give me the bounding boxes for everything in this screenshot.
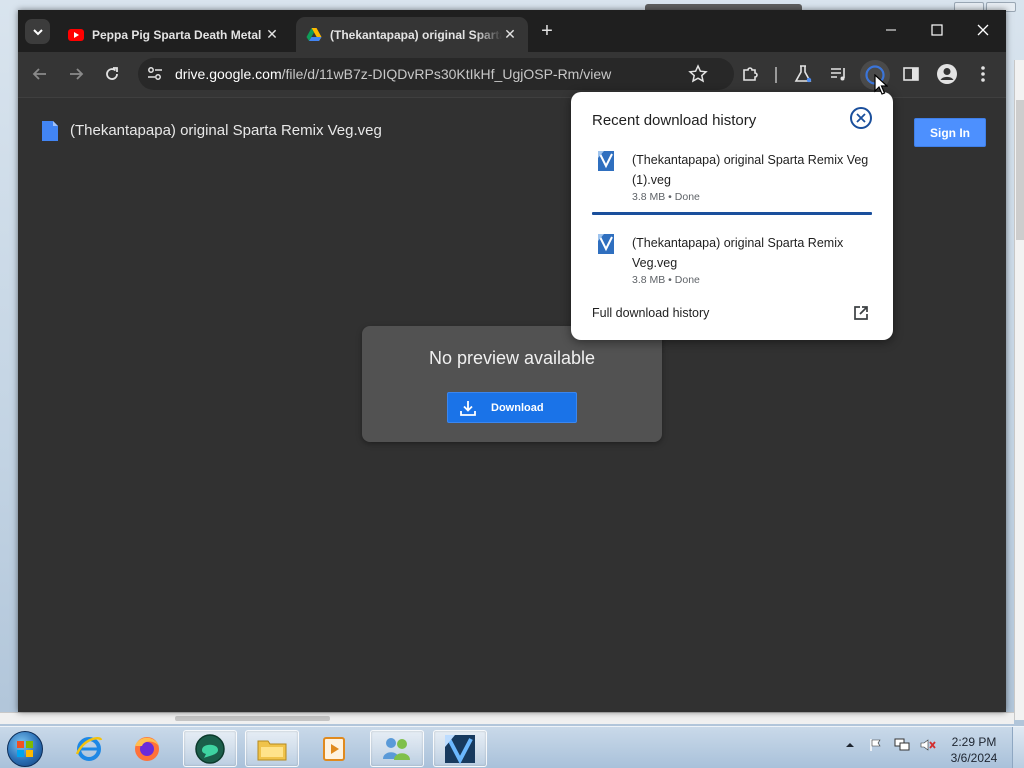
taskbar-media-player[interactable] (308, 730, 362, 767)
media-controls-button[interactable] (828, 63, 850, 85)
kebab-menu-icon (981, 66, 985, 82)
url-host: drive.google.com (175, 66, 282, 82)
maximize-button[interactable] (914, 10, 960, 50)
profile-button[interactable] (936, 63, 958, 85)
firefox-icon (135, 736, 159, 761)
download-item[interactable]: (Thekantapapa) original Sparta Remix Veg… (571, 233, 893, 293)
people-app-icon (383, 737, 410, 760)
download-file-status: 3.8 MB • Done (632, 274, 700, 286)
close-icon (977, 24, 989, 36)
mouse-cursor-icon (874, 74, 888, 95)
toolbar-separator (775, 67, 777, 83)
download-file-status: 3.8 MB • Done (632, 191, 700, 203)
action-center-flag-icon[interactable] (868, 737, 884, 753)
full-download-history-link[interactable]: Full download history (592, 306, 709, 320)
show-hidden-icons-button[interactable] (842, 737, 858, 753)
taskbar-file-explorer[interactable] (245, 730, 299, 767)
vegas-pro-icon (445, 734, 475, 764)
back-button[interactable] (26, 60, 54, 88)
close-icon (856, 113, 866, 123)
reload-button[interactable] (98, 60, 126, 88)
taskbar-people-app[interactable] (370, 730, 424, 767)
download-file-button[interactable]: Download (447, 392, 577, 423)
arrow-right-icon (70, 68, 84, 80)
close-bubble-button[interactable] (850, 107, 872, 129)
download-file-name: (Thekantapapa) original Sparta Remix Veg… (632, 153, 869, 187)
puzzle-icon (743, 67, 758, 81)
chevron-up-icon (846, 743, 854, 747)
taskbar-firefox[interactable] (120, 730, 174, 767)
extensions-button[interactable] (739, 63, 761, 85)
flask-icon (794, 65, 812, 83)
show-desktop-button[interactable] (1012, 727, 1024, 768)
taskbar: 2:29 PM 3/6/2024 (0, 726, 1024, 768)
browser-toolbar: drive.google.com/file/d/11wB7z-DIQDvRPs3… (18, 52, 1006, 97)
close-window-button[interactable] (960, 10, 1006, 50)
taskbar-internet-explorer[interactable] (62, 730, 116, 767)
avatar-icon (937, 64, 957, 84)
tab-youtube[interactable]: Peppa Pig Sparta Death Metal ✕ (58, 17, 290, 52)
tab-search-button[interactable] (25, 19, 50, 44)
sign-in-button[interactable]: Sign In (914, 118, 986, 147)
arrow-left-icon (32, 68, 46, 80)
internet-explorer-icon (75, 736, 103, 761)
address-bar[interactable]: drive.google.com/file/d/11wB7z-DIQDvRPs3… (138, 58, 734, 90)
google-docs-file-icon (42, 121, 58, 141)
tab-strip: Peppa Pig Sparta Death Metal ✕ (Thekanta… (18, 10, 1006, 52)
side-panel-icon (903, 67, 919, 81)
system-tray (842, 737, 936, 753)
labs-button[interactable] (792, 63, 814, 85)
minimize-icon (886, 29, 896, 31)
tab-title: (Thekantapapa) original Sparta Remix Veg… (330, 27, 502, 42)
close-tab-icon[interactable]: ✕ (502, 26, 518, 43)
reload-icon (106, 67, 118, 80)
chevron-down-icon (32, 28, 43, 35)
site-info-icon[interactable] (146, 65, 164, 83)
youtube-icon (68, 28, 84, 41)
bookmark-star-icon[interactable] (688, 64, 708, 84)
download-bubble-heading: Recent download history (592, 112, 757, 129)
file-explorer-icon (257, 740, 287, 760)
start-button[interactable] (4, 729, 46, 768)
network-icon[interactable] (894, 737, 910, 753)
clock-time: 2:29 PM (951, 735, 997, 749)
no-preview-card: No preview available Download (362, 326, 662, 442)
background-window-hscrollbar (0, 712, 1014, 724)
open-in-new-icon[interactable] (852, 304, 870, 322)
clock-date: 3/6/2024 (950, 751, 998, 765)
no-preview-message: No preview available (428, 348, 596, 368)
tab-google-drive[interactable]: (Thekantapapa) original Sparta Remix Veg… (296, 17, 528, 52)
vegas-project-file-icon (598, 151, 614, 171)
download-bubble: Recent download history (Thekantapapa) o… (571, 92, 893, 340)
close-tab-icon[interactable]: ✕ (264, 26, 280, 43)
taskbar-chat-app[interactable] (183, 730, 237, 767)
volume-muted-icon[interactable] (920, 737, 936, 753)
download-label: Download (491, 401, 544, 414)
url-text[interactable]: drive.google.com/file/d/11wB7z-DIQDvRPs3… (175, 66, 611, 82)
tab-title: Peppa Pig Sparta Death Metal (92, 27, 262, 42)
download-divider (592, 212, 872, 215)
file-title: (Thekantapapa) original Sparta Remix Veg… (70, 122, 382, 139)
maximize-icon (931, 24, 943, 36)
vegas-project-file-icon (598, 234, 614, 254)
taskbar-vegas-pro[interactable] (433, 730, 487, 767)
media-queue-icon (831, 68, 845, 81)
media-player-icon (323, 736, 345, 761)
background-window-scrollbar (1014, 60, 1024, 720)
download-item[interactable]: (Thekantapapa) original Sparta Remix Veg… (571, 150, 893, 210)
taskbar-clock[interactable]: 2:29 PM 3/6/2024 (944, 734, 1004, 766)
forward-button[interactable] (62, 60, 90, 88)
download-icon (460, 400, 476, 416)
browser-menu-button[interactable] (972, 63, 994, 85)
minimize-button[interactable] (868, 10, 914, 50)
side-panel-button[interactable] (900, 63, 922, 85)
windows-logo-icon (7, 731, 43, 767)
download-file-name: (Thekantapapa) original Sparta Remix Veg… (632, 236, 844, 270)
google-drive-icon (306, 27, 322, 41)
chat-app-icon (195, 733, 225, 764)
url-path: /file/d/11wB7z-DIQDvRPs30KtIkHf_UgjOSP-R… (281, 66, 612, 82)
new-tab-button[interactable]: + (536, 20, 558, 42)
